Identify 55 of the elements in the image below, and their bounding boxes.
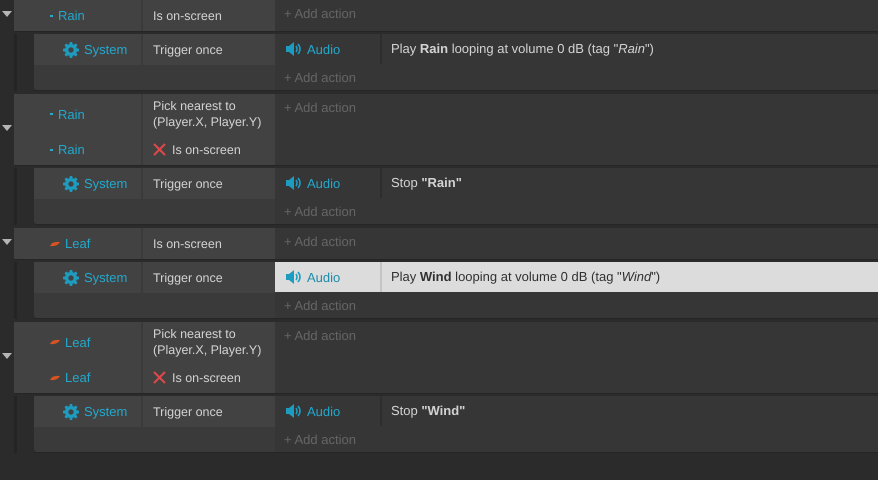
object-name: Leaf bbox=[65, 370, 90, 385]
condition-cell[interactable]: Trigger once bbox=[143, 396, 275, 427]
cross-icon bbox=[153, 143, 166, 156]
object-name: System bbox=[84, 42, 128, 57]
condition-cell[interactable]: Is on-screen bbox=[143, 228, 275, 259]
object-name: Audio bbox=[307, 42, 340, 56]
action-text: Stop "Rain" bbox=[390, 174, 462, 192]
object-name: System bbox=[84, 176, 128, 191]
action-text: Stop "Wind" bbox=[390, 402, 466, 420]
condition-cell[interactable]: Is on-screen bbox=[143, 0, 275, 31]
condition-cell[interactable]: Trigger once bbox=[143, 34, 275, 65]
condition-text: Pick nearest to (Player.X, Player.Y) bbox=[153, 326, 262, 358]
action-text: Play Rain looping at volume 0 dB (tag "Rain") bbox=[390, 40, 654, 58]
action-row[interactable]: Audio Play Rain looping at volume 0 dB (tag "Rain") bbox=[275, 34, 878, 64]
object-name: Rain bbox=[58, 106, 85, 122]
object-name: Audio bbox=[307, 270, 340, 284]
leaf-icon bbox=[50, 339, 60, 345]
condition-text: Trigger once bbox=[153, 404, 223, 420]
gear-icon bbox=[63, 270, 79, 286]
condition-cell[interactable]: Is on-screen bbox=[143, 134, 275, 165]
speaker-icon bbox=[286, 404, 301, 418]
leaf-icon bbox=[50, 374, 60, 380]
condition-cell[interactable]: Pick nearest to (Player.X, Player.Y) bbox=[143, 94, 275, 134]
object-name: Rain bbox=[58, 142, 85, 157]
action-text: Play Wind looping at volume 0 dB (tag "Wind") bbox=[390, 268, 660, 286]
speaker-icon bbox=[286, 270, 301, 284]
condition-text: Trigger once bbox=[153, 176, 223, 192]
condition-cell[interactable]: Pick nearest to (Player.X, Player.Y) bbox=[143, 322, 275, 362]
action-row[interactable]: Audio Stop "Wind" bbox=[275, 396, 878, 426]
gear-icon bbox=[63, 176, 79, 192]
object-name: System bbox=[84, 404, 128, 419]
cross-icon bbox=[153, 371, 166, 384]
condition-cell[interactable]: Trigger once bbox=[143, 168, 275, 199]
gear-icon bbox=[63, 404, 79, 420]
object-name: System bbox=[84, 270, 128, 285]
condition-cell[interactable]: Is on-screen bbox=[143, 362, 275, 393]
action-row[interactable]: Audio Play Wind looping at volume 0 dB (tag "Wind") bbox=[275, 262, 878, 292]
condition-text: Trigger once bbox=[153, 270, 223, 286]
object-name: Leaf bbox=[65, 334, 90, 350]
leaf-icon bbox=[50, 240, 60, 246]
condition-text: Pick nearest to (Player.X, Player.Y) bbox=[153, 98, 262, 130]
gear-icon bbox=[63, 42, 79, 58]
condition-text: Is on-screen bbox=[153, 236, 222, 252]
object-name: Audio bbox=[307, 404, 340, 418]
condition-text: Is on-screen bbox=[153, 8, 222, 24]
speaker-icon bbox=[286, 42, 301, 56]
action-row[interactable]: Audio Stop "Rain" bbox=[275, 168, 878, 198]
object-name: Audio bbox=[307, 176, 340, 190]
condition-cell[interactable]: Trigger once bbox=[143, 262, 275, 293]
object-name: Rain bbox=[58, 8, 85, 23]
speaker-icon bbox=[286, 176, 301, 190]
object-name: Leaf bbox=[65, 236, 90, 251]
condition-text: Is on-screen bbox=[172, 370, 241, 386]
condition-text: Trigger once bbox=[153, 42, 223, 58]
condition-text: Is on-screen bbox=[172, 142, 241, 158]
